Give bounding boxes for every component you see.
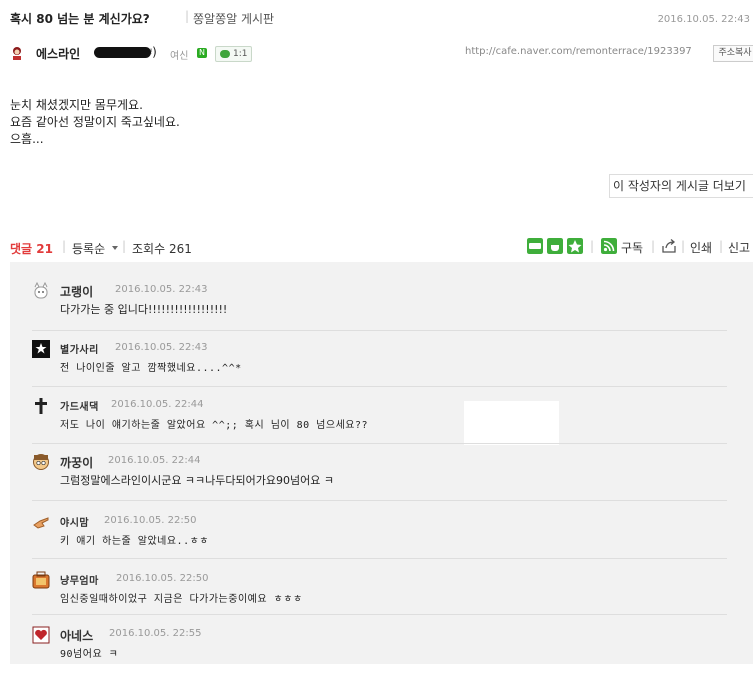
comment-date: 2016.10.05. 22:43 [115,284,208,295]
copy-url-button[interactable]: 주소복사 [713,45,753,62]
chat-label: 1:1 [233,49,248,59]
bookmark-star-icon[interactable] [567,238,583,254]
comment-author[interactable]: 냥무엄마 [60,572,99,587]
comment-item: 까꿍이 2016.10.05. 22:44 그럼정말에스라인이시군요 ㅋㅋ나두다… [32,453,732,501]
subscribe-button[interactable]: 구독 [621,239,643,256]
comment-author[interactable]: 아네스 [60,627,93,644]
comment-item: 아네스 2016.10.05. 22:55 90넘어요 ㅋ [32,626,732,674]
blank-patch [464,401,559,445]
author-name[interactable]: 에스라인 [36,45,80,62]
bar-divider: | [590,239,595,253]
post-title: 혹시 80 넘는 분 계신가요? [10,12,150,26]
comment-text: 저도 나이 얘기하는줄 알았어요 ^^;; 혹시 님이 80 넘으세요?? [60,420,369,431]
chat-bubble-icon [220,49,230,58]
comment-text: 전 나이인줄 알고 깜짝했네요....^^* [60,363,242,374]
comment-text: 임신중일때하이었구 지금은 다가가는중이예요 ㅎㅎㅎ [60,594,303,605]
comments-count: 21 [36,242,53,256]
author-gender: 여신 [170,51,189,62]
post-header: 혹시 80 넘는 분 계신가요? | 쫑알쫑알 게시판 2016.10.05. … [10,9,750,28]
comment-author[interactable]: 야시맘 [60,514,89,529]
chevron-down-icon [112,246,118,250]
comment-date: 2016.10.05. 22:50 [104,515,197,526]
cat-icon [34,282,48,299]
comment-author[interactable]: 가드새댁 [60,398,99,413]
star-icon [32,340,50,358]
comment-divider [32,386,727,387]
face-icon [33,454,49,470]
comment-text: 90넘어요 ㅋ [60,649,119,660]
title-divider: | [185,9,190,23]
author-avatar-icon [13,47,21,60]
bar-divider: | [62,239,67,253]
cross-icon [35,398,47,414]
comment-date: 2016.10.05. 22:50 [116,573,209,584]
comment-divider [32,500,727,501]
comment-bar: 댓글 21 | 등록순 | 조회수 261 | 구독 | | 인쇄 | 신고 [10,238,753,258]
comment-list: 고랭이 2016.10.05. 22:43 다가가는 중 입니다!!!!!!!!… [10,262,753,664]
blog-share-icon[interactable] [527,238,543,254]
board-link[interactable]: 쫑알쫑알 게시판 [193,10,274,27]
body-line: 요즘 같아선 정말이지 죽고싶네요. [10,115,180,129]
comment-author[interactable]: 고랭이 [60,283,93,300]
bar-divider: | [719,239,724,253]
views-count: 261 [168,242,192,256]
print-button[interactable]: 인쇄 [690,239,712,256]
comment-author[interactable]: 별가사리 [60,341,99,356]
report-button[interactable]: 신고 [728,239,750,256]
heart-icon [32,626,50,644]
comment-date: 2016.10.05. 22:55 [109,628,202,639]
comment-item: 야시맘 2016.10.05. 22:50 키 얘기 하는줄 알았네요..ㅎㅎ [32,513,732,561]
share-icon[interactable] [661,238,677,254]
rss-icon[interactable] [601,238,617,254]
comment-text: 그럼정말에스라인이시군요 ㅋㅋ나두다되어가요90넘어요 ㅋ [60,474,334,487]
comment-date: 2016.10.05. 22:43 [115,342,208,353]
comment-divider [32,330,727,331]
comment-date: 2016.10.05. 22:44 [108,455,201,466]
comment-date: 2016.10.05. 22:44 [111,399,204,410]
post-date: 2016.10.05. 22:43 [657,14,750,25]
author-name-suffix: ᵎ) [150,45,157,59]
comment-divider [32,614,727,615]
comment-divider [32,443,727,444]
bag-icon [32,571,50,589]
comment-item: 가드새댁 2016.10.05. 22:44 저도 나이 얘기하는줄 알았어요 … [32,397,732,445]
author-row: 에스라인 ᵎ) 여신 N 1:1 http://cafe.naver.com/r… [10,45,753,63]
body-line: 눈치 채셨겠지만 몸무게요. [10,98,143,112]
grade-badge: N [197,48,207,58]
comments-label: 댓글 [10,242,33,256]
post-url[interactable]: http://cafe.naver.com/remonterrace/19233… [465,46,692,57]
bar-divider: | [681,239,686,253]
chat-button[interactable]: 1:1 [215,46,252,62]
comment-author[interactable]: 까꿍이 [60,454,93,471]
comment-divider [32,558,727,559]
views-label: 조회수 261 [132,240,192,257]
comment-item: 별가사리 2016.10.05. 22:43 전 나이인줄 알고 깜짝했네요..… [32,340,732,388]
bar-divider: | [122,239,127,253]
comment-text: 다가가는 중 입니다!!!!!!!!!!!!!!!!!! [60,303,228,316]
bar-divider: | [651,239,656,253]
comment-text: 키 얘기 하는줄 알았네요..ㅎㅎ [60,536,210,547]
sort-dropdown[interactable]: 등록순 [72,240,105,257]
views-text: 조회수 [132,242,166,256]
more-posts-button[interactable]: 이 작성자의 게시글 더보기 [609,174,753,198]
cafe-share-icon[interactable] [547,238,563,254]
post-body: 눈치 채셨겠지만 몸무게요. 요즘 같아선 정말이지 죽고싶네요. 으흠... [10,97,410,148]
comments-toggle[interactable]: 댓글 21 [10,240,53,257]
comment-item: 고랭이 2016.10.05. 22:43 다가가는 중 입니다!!!!!!!!… [32,282,732,330]
body-line: 으흠... [10,132,44,146]
hand-icon [33,517,49,529]
comment-item: 냥무엄마 2016.10.05. 22:50 임신중일때하이었구 지금은 다가가… [32,571,732,619]
redacted-name [94,47,151,58]
